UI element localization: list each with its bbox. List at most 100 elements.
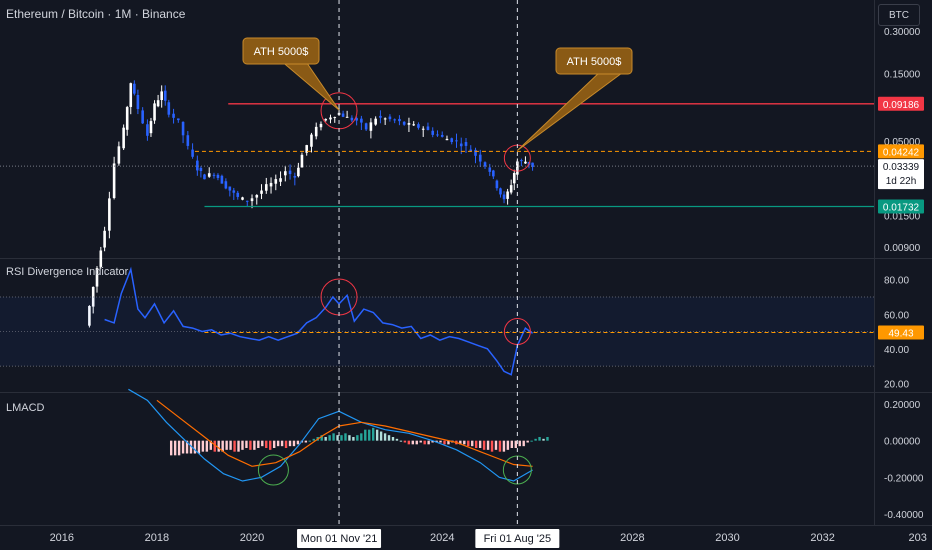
- candle-body: [369, 122, 373, 131]
- candle-body: [125, 107, 129, 130]
- candle-body: [186, 135, 190, 146]
- candle-body: [398, 118, 401, 122]
- symbol-button[interactable]: BTC: [878, 4, 920, 26]
- histogram-bar: [490, 440, 494, 452]
- candle-body: [407, 123, 411, 125]
- macd-axis-tick: -0.40000: [884, 510, 924, 521]
- chart-title: Ethereum / Bitcoin · 1M · Binance: [6, 7, 186, 21]
- candle-body: [122, 127, 125, 149]
- histogram-bar: [530, 440, 533, 442]
- candle-body: [255, 195, 259, 198]
- histogram-bar: [423, 440, 426, 445]
- candle-body: [300, 154, 304, 168]
- histogram-bar: [538, 437, 541, 441]
- candle-body: [156, 100, 160, 107]
- histogram-bar: [498, 440, 502, 452]
- histogram-bar: [348, 435, 351, 441]
- histogram-bar: [229, 440, 232, 450]
- candle-body: [163, 90, 167, 101]
- candle-body: [112, 163, 116, 199]
- rsi-band-fill: [0, 297, 874, 367]
- macd-cross-circle: [502, 455, 532, 485]
- candle-body: [177, 118, 180, 121]
- candle-body: [524, 161, 527, 164]
- candle-body: [245, 200, 249, 202]
- histogram-bar: [253, 440, 256, 450]
- candle-body: [293, 176, 297, 178]
- candle-body: [506, 191, 509, 199]
- candle-body: [274, 179, 278, 184]
- histogram-bar: [332, 433, 335, 441]
- candle-body: [412, 124, 415, 126]
- candle-body: [133, 83, 136, 94]
- histogram-bar: [261, 440, 264, 447]
- histogram-bar: [482, 440, 486, 450]
- candle-body: [224, 181, 228, 189]
- histogram-bar: [304, 440, 308, 443]
- histogram-bar: [474, 440, 478, 448]
- histogram-bar: [419, 440, 422, 443]
- candle-body: [212, 174, 216, 176]
- histogram-bar: [471, 440, 474, 447]
- candle-body: [279, 178, 282, 182]
- histogram-bar: [241, 440, 244, 450]
- candle-body: [99, 250, 103, 267]
- candle-body: [207, 173, 211, 177]
- histogram-bar: [356, 435, 359, 441]
- histogram-bar: [368, 429, 371, 441]
- time-axis-tick: 2018: [145, 532, 169, 544]
- histogram-bar: [371, 427, 375, 441]
- histogram-bar: [375, 429, 379, 441]
- histogram-bar: [364, 429, 367, 441]
- rsi-axis-tick: 60.00: [884, 310, 909, 321]
- candle-body: [146, 124, 149, 136]
- histogram-bar: [427, 440, 430, 445]
- histogram-bar: [217, 440, 220, 452]
- candle-body: [108, 198, 111, 231]
- candle-body: [314, 126, 318, 137]
- time-axis-tick: 203: [909, 532, 927, 544]
- chart-canvas[interactable]: 0.300000.150000.050000.015000.009000.091…: [0, 0, 932, 550]
- histogram-bar: [284, 440, 288, 448]
- histogram-bar: [225, 440, 228, 450]
- histogram-bar: [292, 440, 296, 447]
- histogram-bar: [463, 440, 466, 445]
- price-axis-tick: 0.15000: [884, 70, 921, 81]
- rsi-axis-tick: 80.00: [884, 276, 909, 287]
- histogram-bar: [352, 437, 355, 441]
- rsi-title: RSI Divergence Indicator: [6, 266, 129, 278]
- candle-body: [149, 121, 153, 134]
- candle-body: [502, 194, 506, 200]
- crosshair-date-label: Mon 01 Nov '21: [301, 533, 378, 545]
- candle-body: [236, 192, 240, 197]
- histogram-bar: [542, 438, 545, 441]
- histogram-bar: [336, 435, 339, 441]
- candle-body: [141, 110, 144, 124]
- macd-axis-tick: -0.20000: [884, 473, 924, 484]
- histogram-bar: [193, 440, 197, 454]
- lmacd-title: LMACD: [6, 402, 45, 414]
- annotation-text: ATH 5000$: [254, 46, 309, 58]
- candle-body: [103, 230, 106, 248]
- candle-body: [440, 134, 444, 137]
- candle-body: [383, 118, 387, 120]
- rsi-last-label: 49.43: [888, 329, 913, 340]
- price-label-support: 0.01732: [883, 202, 920, 213]
- candle-body: [374, 118, 377, 125]
- histogram-bar: [177, 440, 181, 456]
- histogram-bar: [272, 440, 276, 448]
- candle-body: [250, 198, 254, 202]
- histogram-bar: [383, 433, 387, 441]
- time-axis-tick: 2020: [240, 532, 264, 544]
- histogram-bar: [494, 440, 498, 450]
- candle-body: [297, 167, 300, 177]
- price-label-ath_level: 0.04242: [883, 147, 920, 158]
- histogram-bar: [387, 435, 391, 441]
- crosshair-date-label: Fri 01 Aug '25: [484, 533, 552, 545]
- signal-line: [156, 399, 533, 467]
- candle-body: [393, 119, 396, 121]
- time-axis-tick: 2024: [430, 532, 454, 544]
- candle-body: [459, 143, 463, 147]
- candle-body: [483, 162, 487, 167]
- histogram-bar: [328, 435, 331, 441]
